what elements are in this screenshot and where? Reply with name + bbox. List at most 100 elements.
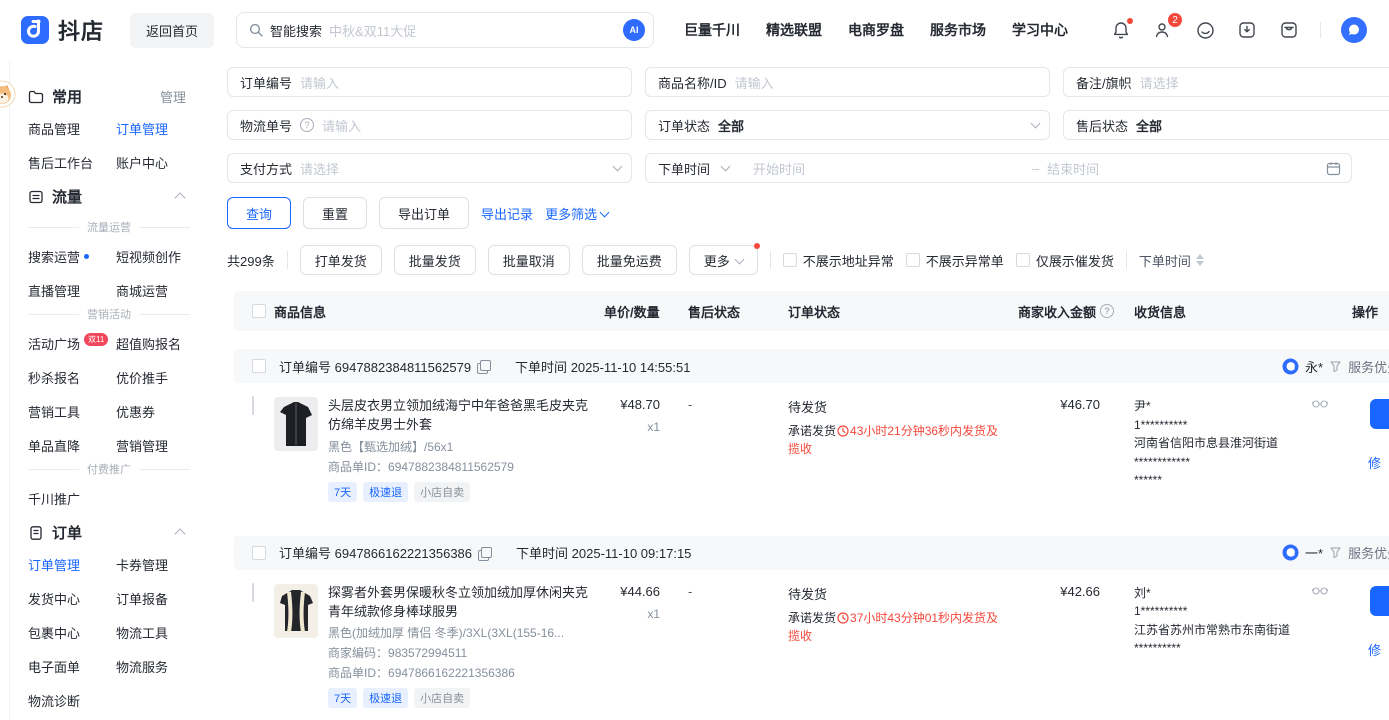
- nav-jingxuan-lianmeng[interactable]: 精选联盟: [766, 20, 822, 40]
- sidebar-item-package-center[interactable]: 包裹中心: [28, 623, 116, 642]
- print-ship-button[interactable]: 打单发货: [300, 245, 382, 275]
- modify-address-link[interactable]: 修: [1368, 453, 1381, 472]
- ship-button-clipped[interactable]: [1370, 399, 1389, 429]
- sidebar-item-activity-square[interactable]: 活动广场双11: [28, 334, 116, 353]
- help-icon[interactable]: ?: [300, 118, 314, 132]
- sidebar-item-search-ops[interactable]: 搜索运营: [28, 247, 116, 266]
- more-filters-link[interactable]: 更多筛选: [545, 204, 608, 223]
- sidebar-item-order-manage[interactable]: 订单管理: [116, 119, 190, 138]
- sidebar-item-chaozhigou[interactable]: 超值购报名: [116, 334, 190, 353]
- batch-free-shipping-button[interactable]: 批量免运费: [582, 245, 677, 275]
- more-button[interactable]: 更多: [689, 245, 758, 275]
- sidebar-item-marketing-manage[interactable]: 营销管理: [116, 436, 190, 455]
- product-title[interactable]: 头层皮衣男立领加绒海宁中年爸爸黑毛皮夹克仿绵羊皮男士外套: [328, 397, 588, 435]
- payment-method-select[interactable]: 支付方式 请选择: [227, 153, 632, 183]
- order-time-range-picker[interactable]: 下单时间 开始时间 – 结束时间: [645, 153, 1352, 183]
- nav-qianchuan[interactable]: 巨量千川: [684, 20, 740, 40]
- flag-filter-icon[interactable]: [1329, 546, 1342, 559]
- product-image[interactable]: [274, 584, 318, 638]
- product-name-input[interactable]: 商品名称/ID 请输入: [645, 67, 1050, 97]
- sidebar-item-product-manage[interactable]: 商品管理: [28, 119, 116, 138]
- sidebar-item-live-manage[interactable]: 直播管理: [28, 281, 116, 300]
- export-orders-button[interactable]: 导出订单: [379, 197, 469, 229]
- view-privacy-icon[interactable]: [1312, 586, 1328, 595]
- back-home-button[interactable]: 返回首页: [130, 13, 214, 48]
- ai-assistant-icon[interactable]: AI: [623, 19, 645, 41]
- chat-icon[interactable]: [1282, 544, 1299, 561]
- sidebar-item-video-create[interactable]: 短视频创作: [116, 247, 190, 266]
- row-checkbox[interactable]: [252, 583, 254, 602]
- sidebar-item-marketing-tools[interactable]: 营销工具: [28, 402, 116, 421]
- income-help-icon[interactable]: ?: [1100, 304, 1114, 318]
- sidebar-item-ship-center[interactable]: 发货中心: [28, 589, 116, 608]
- chat-icon[interactable]: [1282, 358, 1299, 375]
- storefront-icon[interactable]: [1278, 19, 1300, 41]
- download-icon[interactable]: [1236, 19, 1258, 41]
- sidebar-item-coupons[interactable]: 优惠券: [116, 402, 190, 421]
- order-checkbox[interactable]: [252, 359, 266, 373]
- copy-icon[interactable]: [478, 547, 490, 559]
- order-no-input[interactable]: 订单编号 请输入: [227, 67, 632, 97]
- notification-bell-icon[interactable]: [1110, 19, 1132, 41]
- sidebar-item-account-center[interactable]: 账户中心: [116, 153, 190, 172]
- reset-button[interactable]: 重置: [303, 197, 367, 229]
- doudian-logo[interactable]: 抖店: [20, 14, 104, 46]
- customer-service-icon[interactable]: [1194, 19, 1216, 41]
- copy-icon[interactable]: [477, 360, 489, 372]
- modify-address-link[interactable]: 修: [1368, 640, 1381, 659]
- order-status-select[interactable]: 订单状态 全部: [645, 110, 1050, 140]
- product-image[interactable]: [274, 397, 318, 451]
- chevron-up-icon[interactable]: [174, 528, 185, 539]
- product-item-id: 6947866162221356386: [388, 666, 515, 680]
- sidebar-section-changyong: 常用 管理: [28, 86, 190, 107]
- ship-button-clipped[interactable]: [1370, 586, 1389, 616]
- sidebar-item-seckill[interactable]: 秒杀报名: [28, 368, 116, 387]
- sidebar-item-order-report[interactable]: 订单报备: [116, 589, 190, 608]
- remark-flag-select[interactable]: 备注/旗帜 请选择: [1063, 67, 1389, 97]
- export-log-link[interactable]: 导出记录: [481, 204, 533, 223]
- only-urge-ship-checkbox[interactable]: 仅展示催发货: [1016, 251, 1114, 270]
- sidebar-section-liuliang[interactable]: 流量: [28, 186, 190, 207]
- checkbox[interactable]: [906, 253, 920, 267]
- row-checkbox[interactable]: [252, 396, 254, 415]
- sidebar-item-youjia[interactable]: 优价推手: [116, 368, 190, 387]
- contacts-icon[interactable]: 2: [1152, 19, 1174, 41]
- sidebar-item-ewaybill[interactable]: 电子面单: [28, 657, 116, 676]
- checkbox[interactable]: [1016, 253, 1030, 267]
- nav-learning-center[interactable]: 学习中心: [1012, 20, 1068, 40]
- sidebar-item-qianchuan-promo[interactable]: 千川推广: [28, 489, 116, 508]
- batch-cancel-button[interactable]: 批量取消: [488, 245, 570, 275]
- flag-filter-icon[interactable]: [1329, 360, 1342, 373]
- sidebar-section-dingdan[interactable]: 订单: [28, 522, 190, 543]
- sidebar-item-order-manage-2[interactable]: 订单管理: [28, 555, 116, 574]
- manage-link[interactable]: 管理: [160, 87, 190, 106]
- buyer-name[interactable]: 永*: [1305, 357, 1323, 376]
- select-all-checkbox[interactable]: [252, 304, 266, 318]
- nav-service-market[interactable]: 服务市场: [930, 20, 986, 40]
- sort-by-order-time[interactable]: 下单时间: [1139, 251, 1204, 270]
- checkbox[interactable]: [783, 253, 797, 267]
- view-privacy-icon[interactable]: [1312, 399, 1328, 408]
- nav-luopan[interactable]: 电商罗盘: [848, 20, 904, 40]
- buyer-name[interactable]: 一*: [1305, 543, 1323, 562]
- avatar[interactable]: [1341, 17, 1367, 43]
- sidebar-item-logistics-tools[interactable]: 物流工具: [116, 623, 190, 642]
- sidebar-item-aftersale-workbench[interactable]: 售后工作台: [28, 153, 116, 172]
- hide-abnormal-order-checkbox[interactable]: 不展示异常单: [906, 251, 1004, 270]
- sidebar-item-price-cut[interactable]: 单品直降: [28, 436, 116, 455]
- hide-address-abnormal-checkbox[interactable]: 不展示地址异常: [783, 251, 894, 270]
- sidebar-item-logistics-diagnose[interactable]: 物流诊断: [28, 691, 116, 710]
- product-title[interactable]: 探雾者外套男保暖秋冬立领加绒加厚休闲夹克青年绒款修身棒球服男: [328, 584, 588, 622]
- chevron-up-icon[interactable]: [174, 192, 185, 203]
- sidebar-item-mall-ops[interactable]: 商城运营: [116, 281, 190, 300]
- sidebar-item-logistics-service[interactable]: 物流服务: [116, 657, 190, 676]
- collapsed-rail: [0, 60, 10, 720]
- order-checkbox[interactable]: [252, 546, 266, 560]
- tracking-no-input[interactable]: 物流单号 ? 请输入: [227, 110, 632, 140]
- search-bar[interactable]: 智能搜索 中秋&双11大促 AI: [236, 12, 654, 48]
- batch-ship-button[interactable]: 批量发货: [394, 245, 476, 275]
- aftersale-status-select[interactable]: 售后状态 全部: [1063, 110, 1389, 140]
- sidebar-item-card-coupon[interactable]: 卡券管理: [116, 555, 190, 574]
- pet-assistant-icon[interactable]: [0, 80, 16, 108]
- query-button[interactable]: 查询: [227, 197, 291, 229]
